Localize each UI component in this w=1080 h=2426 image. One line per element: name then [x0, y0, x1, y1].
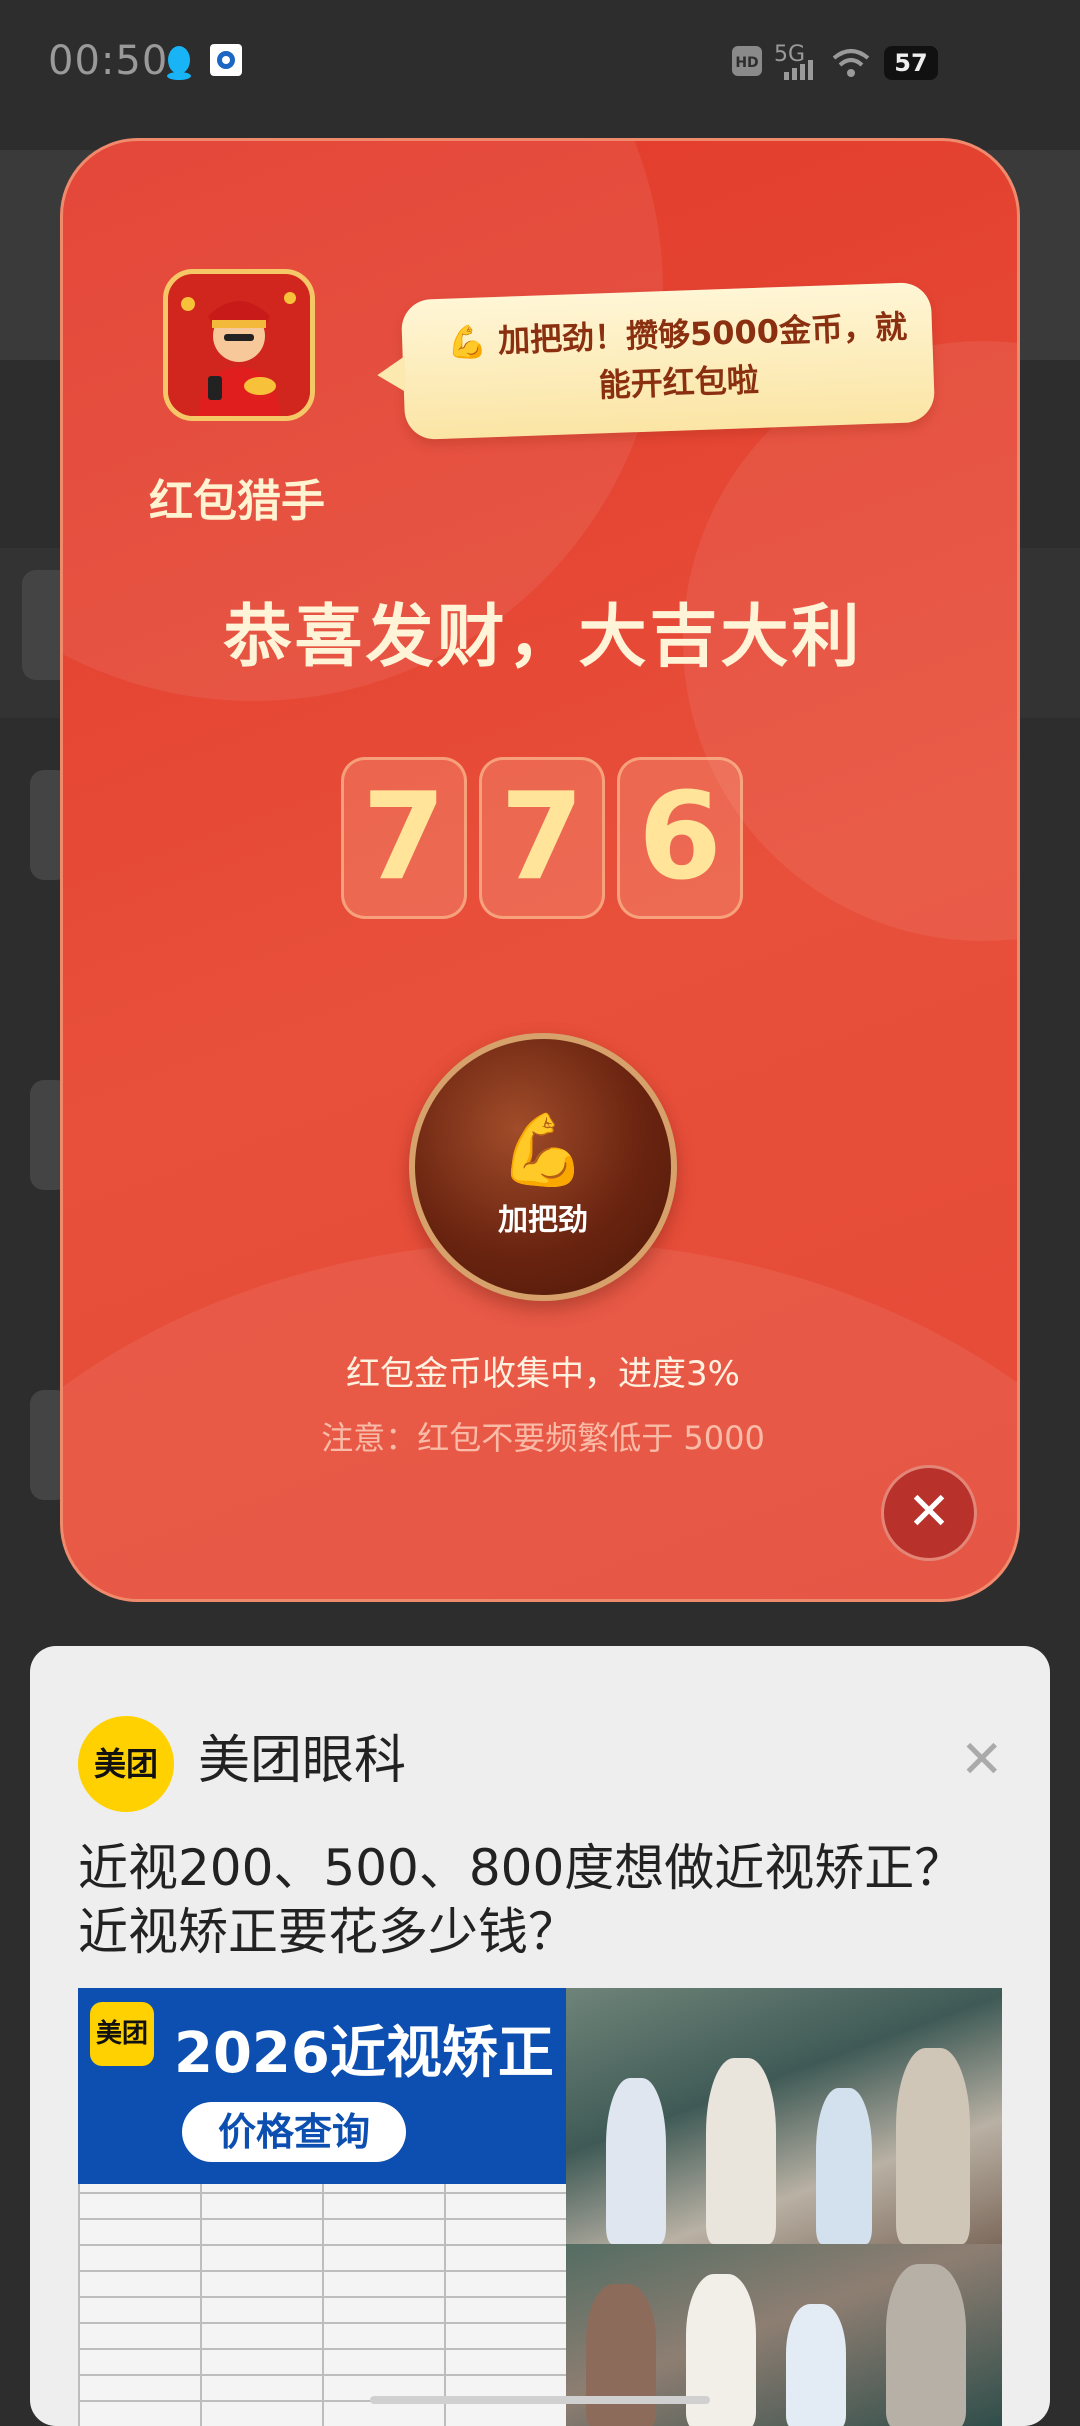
bubble-tail [376, 356, 406, 394]
photo-person [706, 2058, 776, 2244]
banner-header: 美团 2026近视矫正 价格查询 [78, 1988, 566, 2184]
home-indicator[interactable] [370, 2396, 710, 2404]
app-avatar[interactable] [163, 269, 315, 421]
cheer-button-label: 加把劲 [498, 1203, 588, 1238]
app-name: 红包猎手 [149, 476, 325, 527]
hd-icon: HD [732, 46, 762, 80]
ad-close-icon[interactable]: ✕ [960, 1730, 1004, 1790]
qq-icon [164, 44, 194, 84]
ad-title[interactable]: 近视200、500、800度想做近视矫正？近视矫正要花多少钱？ [78, 1836, 1008, 1964]
banner-logo: 美团 [90, 2002, 154, 2066]
photo-person [586, 2284, 656, 2426]
signal-icon [784, 58, 820, 84]
speech-bubble: 💪 加把劲！攒够5000金币，就能开红包啦 [376, 281, 936, 441]
coin-counter: 7 7 6 [341, 757, 745, 919]
counter-digit: 6 [617, 757, 743, 919]
banner-pill: 价格查询 [182, 2102, 406, 2162]
app-icon [210, 44, 242, 80]
god-of-wealth-icon [168, 274, 310, 416]
svg-text:HD: HD [735, 55, 758, 71]
photo-person [896, 2048, 970, 2244]
cheer-button[interactable]: 💪 加把劲 [409, 1033, 677, 1301]
progress-text: 红包金币收集中，进度3% [346, 1354, 740, 1394]
banner-heading: 2026近视矫正 [174, 2021, 554, 2086]
ad-logo: 美团 [78, 1716, 174, 1812]
close-icon: ✕ [907, 1482, 951, 1542]
status-bar: 00:50 HD 5G 57 [0, 0, 1080, 128]
close-dialog-button[interactable]: ✕ [881, 1465, 977, 1561]
ad-card[interactable]: 美团 美团眼科 ✕ 近视200、500、800度想做近视矫正？近视矫正要花多少钱… [30, 1646, 1050, 2426]
price-table-grid [78, 2184, 566, 2426]
counter-digit: 7 [341, 757, 467, 919]
ad-brand: 美团眼科 [198, 1731, 407, 1791]
flexed-bicep-icon: 💪 [499, 1109, 587, 1191]
clinic-photo [566, 1988, 1002, 2244]
ad-banner-image[interactable]: 美团 2026近视矫正 价格查询 [78, 1988, 1002, 2426]
wifi-icon [832, 48, 870, 82]
banner-price-table: 美团 2026近视矫正 价格查询 [78, 1988, 566, 2426]
headline: 恭喜发财，大吉大利 [223, 598, 863, 677]
status-time: 00:50 [48, 38, 169, 84]
battery-icon: 57 [884, 46, 938, 80]
photo-person [886, 2264, 966, 2426]
red-packet-dialog: 红包猎手 💪 加把劲！攒够5000金币，就能开红包啦 恭喜发财，大吉大利 7 7… [60, 138, 1020, 1602]
bubble-text: 💪 加把劲！攒够5000金币，就能开红包啦 [446, 307, 908, 405]
note-text: 注意：红包不要频繁低于 5000 [321, 1419, 765, 1457]
photo-person [606, 2078, 666, 2244]
counter-digit: 7 [479, 757, 605, 919]
photo-person [816, 2088, 872, 2244]
